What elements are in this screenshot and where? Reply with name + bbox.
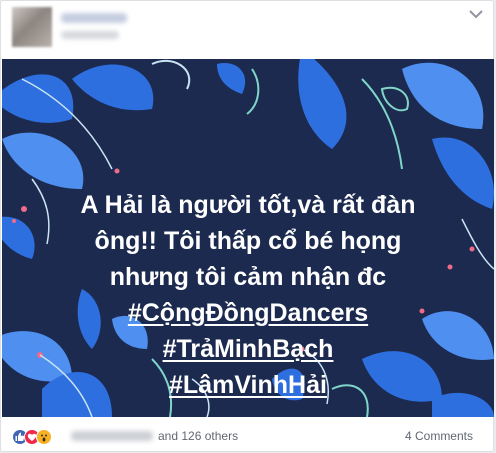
post-caption: A Hải là người tốt,và rất đàn ông!! Tôi … — [2, 187, 494, 403]
chevron-down-icon[interactable] — [467, 7, 485, 21]
hashtag-link[interactable]: #CộngĐồngDancers — [2, 295, 494, 331]
hashtag-link[interactable]: #TrảMinhBạch — [2, 331, 494, 367]
post-footer: and 126 others 4 Comments — [1, 417, 495, 453]
wow-icon — [36, 429, 52, 445]
hashtag-link[interactable]: #LâmVinhHải — [2, 367, 494, 403]
avatar[interactable] — [12, 7, 52, 47]
reactor-names-blurred[interactable] — [71, 431, 153, 441]
author-name-blurred[interactable] — [61, 13, 127, 23]
reactions-count-link[interactable]: and 126 others — [158, 429, 238, 443]
comments-count-link[interactable]: 4 Comments — [405, 429, 473, 443]
caption-line: A Hải là người tốt,và rất đàn — [80, 191, 416, 219]
caption-line: nhưng tôi cảm nhận đc — [109, 263, 387, 291]
caption-line: ông!! Tôi thấp cổ bé họng — [94, 227, 402, 255]
post-banner[interactable]: A Hải là người tốt,và rất đàn ông!! Tôi … — [2, 59, 494, 417]
post-header — [1, 1, 495, 59]
reaction-icons[interactable] — [12, 429, 62, 445]
post-timestamp-blurred[interactable] — [61, 31, 119, 39]
post-card: A Hải là người tốt,và rất đàn ông!! Tôi … — [0, 0, 494, 452]
